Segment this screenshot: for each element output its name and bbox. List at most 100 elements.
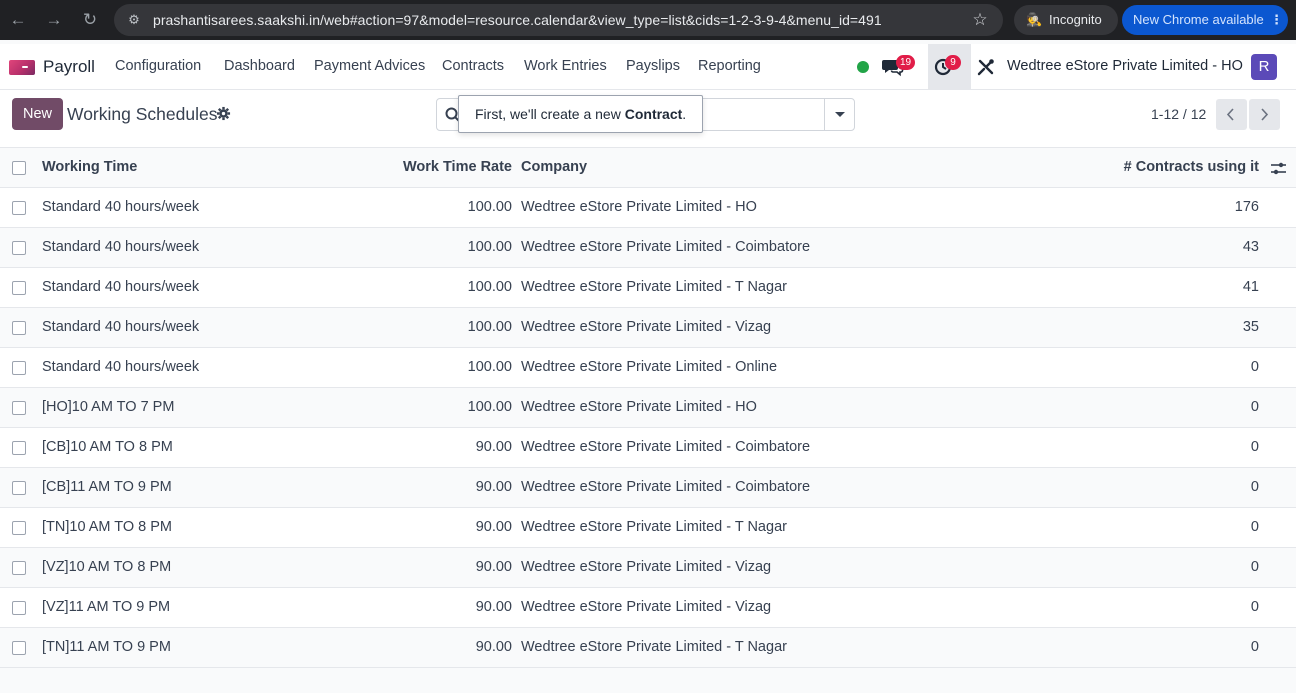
menu-payslips[interactable]: Payslips [626, 58, 680, 74]
table-row[interactable]: [CB]11 AM TO 9 PM 90.00 Wedtree eStore Pri… [0, 468, 1296, 508]
menu-reporting[interactable]: Reporting [698, 58, 761, 74]
row-checkbox[interactable] [12, 201, 26, 215]
cell-company: Wedtree eStore Private Limited - T Nagar [521, 519, 787, 535]
url-text[interactable]: prashantisarees.saakshi.in/web#action=97… [153, 12, 882, 28]
cell-working-time[interactable]: [HO]10 AM TO 7 PM [42, 399, 174, 415]
pager-value[interactable]: 1-12 / 12 [1151, 106, 1206, 122]
cell-work-time-rate: 90.00 [475, 519, 512, 535]
table-row[interactable]: [HO]10 AM TO 7 PM 100.00 Wedtree eStore Pr… [0, 388, 1296, 428]
cell-contracts-count: 41 [1242, 279, 1259, 295]
cell-working-time[interactable]: Standard 40 hours/week [42, 239, 199, 255]
address-bar[interactable]: ⚙ prashantisarees.saakshi.in/web#action=… [114, 4, 1003, 36]
gear-icon[interactable] [216, 106, 231, 121]
cell-working-time[interactable]: Standard 40 hours/week [42, 279, 199, 295]
row-checkbox[interactable] [12, 441, 26, 455]
chrome-update-label: New Chrome available [1133, 12, 1264, 27]
cell-working-time[interactable]: [CB]11 AM TO 9 PM [42, 479, 172, 495]
row-checkbox[interactable] [12, 601, 26, 615]
table-row[interactable]: Standard 40 hours/week 100.00 Wedtree eSto… [0, 308, 1296, 348]
table-row[interactable]: [VZ]11 AM TO 9 PM 90.00 Wedtree eStore Pri… [0, 588, 1296, 628]
row-checkbox[interactable] [12, 361, 26, 375]
row-checkbox[interactable] [12, 561, 26, 575]
cell-working-time[interactable]: [TN]10 AM TO 8 PM [42, 519, 172, 535]
cell-work-time-rate: 100.00 [467, 319, 512, 335]
cell-working-time[interactable]: [VZ]11 AM TO 9 PM [42, 599, 170, 615]
cell-contracts-count: 0 [1250, 399, 1259, 415]
onboarding-tooltip: First, we'll create a new Contract. [458, 95, 703, 133]
cell-contracts-count: 0 [1250, 519, 1259, 535]
table-row[interactable]: Standard 40 hours/week 100.00 Wedtree eSto… [0, 228, 1296, 268]
cell-working-time[interactable]: Standard 40 hours/week [42, 359, 199, 375]
table-row[interactable]: Standard 40 hours/week 100.00 Wedtree eSto… [0, 348, 1296, 388]
row-checkbox[interactable] [12, 321, 26, 335]
presence-status-icon [857, 61, 869, 73]
chevron-left-icon [1226, 108, 1234, 121]
search-options-toggle[interactable] [824, 99, 854, 130]
cell-working-time[interactable]: [VZ]10 AM TO 8 PM [42, 559, 171, 575]
select-all-checkbox[interactable] [12, 161, 26, 175]
cell-company: Wedtree eStore Private Limited - Vizag [521, 319, 772, 335]
pager-previous-button[interactable] [1216, 99, 1247, 130]
cell-work-time-rate: 90.00 [475, 479, 512, 495]
optional-columns-icon[interactable] [1270, 160, 1287, 177]
back-arrow-icon[interactable]: ← [6, 8, 30, 32]
new-button[interactable]: New [12, 98, 63, 130]
table-row[interactable]: Standard 40 hours/week 100.00 Wedtree eSto… [0, 188, 1296, 228]
table-row[interactable]: [VZ]10 AM TO 8 PM 90.00 Wedtree eStore Pri… [0, 548, 1296, 588]
table-row[interactable]: Standard 40 hours/week 100.00 Wedtree eSto… [0, 268, 1296, 308]
main-navbar: Payroll Configuration Dashboard Payment … [0, 44, 1296, 90]
row-checkbox[interactable] [12, 241, 26, 255]
chrome-update-button[interactable]: New Chrome available ⋮ [1122, 5, 1288, 35]
payroll-app-icon[interactable] [9, 60, 35, 75]
table-row[interactable]: [CB]10 AM TO 8 PM 90.00 Wedtree eStore Pri… [0, 428, 1296, 468]
forward-arrow-icon[interactable]: → [42, 8, 66, 32]
menu-work-entries[interactable]: Work Entries [524, 58, 607, 74]
debug-tools-icon[interactable] [976, 57, 996, 77]
table-row[interactable]: [TN]10 AM TO 8 PM 90.00 Wedtree eStore Pri… [0, 508, 1296, 548]
cell-company: Wedtree eStore Private Limited - HO [521, 199, 757, 215]
tooltip-suffix: . [682, 106, 687, 122]
header-working-time[interactable]: Working Time [42, 159, 137, 175]
header-contracts-using-it[interactable]: # Contracts using it [1124, 159, 1259, 175]
menu-configuration[interactable]: Configuration [115, 58, 201, 74]
header-company[interactable]: Company [521, 159, 587, 175]
cell-contracts-count: 35 [1242, 319, 1259, 335]
cell-work-time-rate: 100.00 [467, 359, 512, 375]
cell-work-time-rate: 90.00 [475, 599, 512, 615]
menu-contracts[interactable]: Contracts [442, 58, 504, 74]
app-name[interactable]: Payroll [43, 57, 95, 77]
menu-payment-advices[interactable]: Payment Advices [314, 58, 425, 74]
pager-next-button[interactable] [1249, 99, 1280, 130]
menu-dashboard[interactable]: Dashboard [224, 58, 295, 74]
company-switcher[interactable]: Wedtree eStore Private Limited - HO [1007, 58, 1243, 74]
user-avatar[interactable]: R [1251, 54, 1277, 80]
cell-contracts-count: 43 [1242, 239, 1259, 255]
cell-working-time[interactable]: [TN]11 AM TO 9 PM [42, 639, 171, 655]
cell-contracts-count: 0 [1250, 639, 1259, 655]
cell-work-time-rate: 90.00 [475, 559, 512, 575]
chevron-right-icon [1261, 108, 1269, 121]
bookmark-star-icon[interactable]: ☆ [969, 9, 991, 31]
cell-contracts-count: 0 [1250, 359, 1259, 375]
cell-work-time-rate: 100.00 [467, 199, 512, 215]
header-work-time-rate[interactable]: Work Time Rate [403, 159, 512, 175]
cell-working-time[interactable]: Standard 40 hours/week [42, 319, 199, 335]
page-title[interactable]: Working Schedules [67, 104, 217, 125]
row-checkbox[interactable] [12, 481, 26, 495]
tooltip-text: First, we'll create a new [475, 106, 625, 122]
chrome-menu-icon[interactable]: ⋮ [1270, 5, 1283, 35]
row-checkbox[interactable] [12, 641, 26, 655]
cell-company: Wedtree eStore Private Limited - Online [521, 359, 778, 375]
cell-working-time[interactable]: [CB]10 AM TO 8 PM [42, 439, 173, 455]
cell-work-time-rate: 100.00 [467, 279, 512, 295]
cell-working-time[interactable]: Standard 40 hours/week [42, 199, 199, 215]
cell-work-time-rate: 90.00 [475, 639, 512, 655]
table-row[interactable]: [TN]11 AM TO 9 PM 90.00 Wedtree eStore Pri… [0, 628, 1296, 668]
reload-icon[interactable]: ↻ [78, 8, 102, 32]
incognito-indicator[interactable]: 🕵 Incognito [1014, 5, 1118, 35]
site-info-icon[interactable]: ⚙ [124, 10, 144, 30]
cell-contracts-count: 0 [1250, 599, 1259, 615]
row-checkbox[interactable] [12, 401, 26, 415]
row-checkbox[interactable] [12, 521, 26, 535]
row-checkbox[interactable] [12, 281, 26, 295]
